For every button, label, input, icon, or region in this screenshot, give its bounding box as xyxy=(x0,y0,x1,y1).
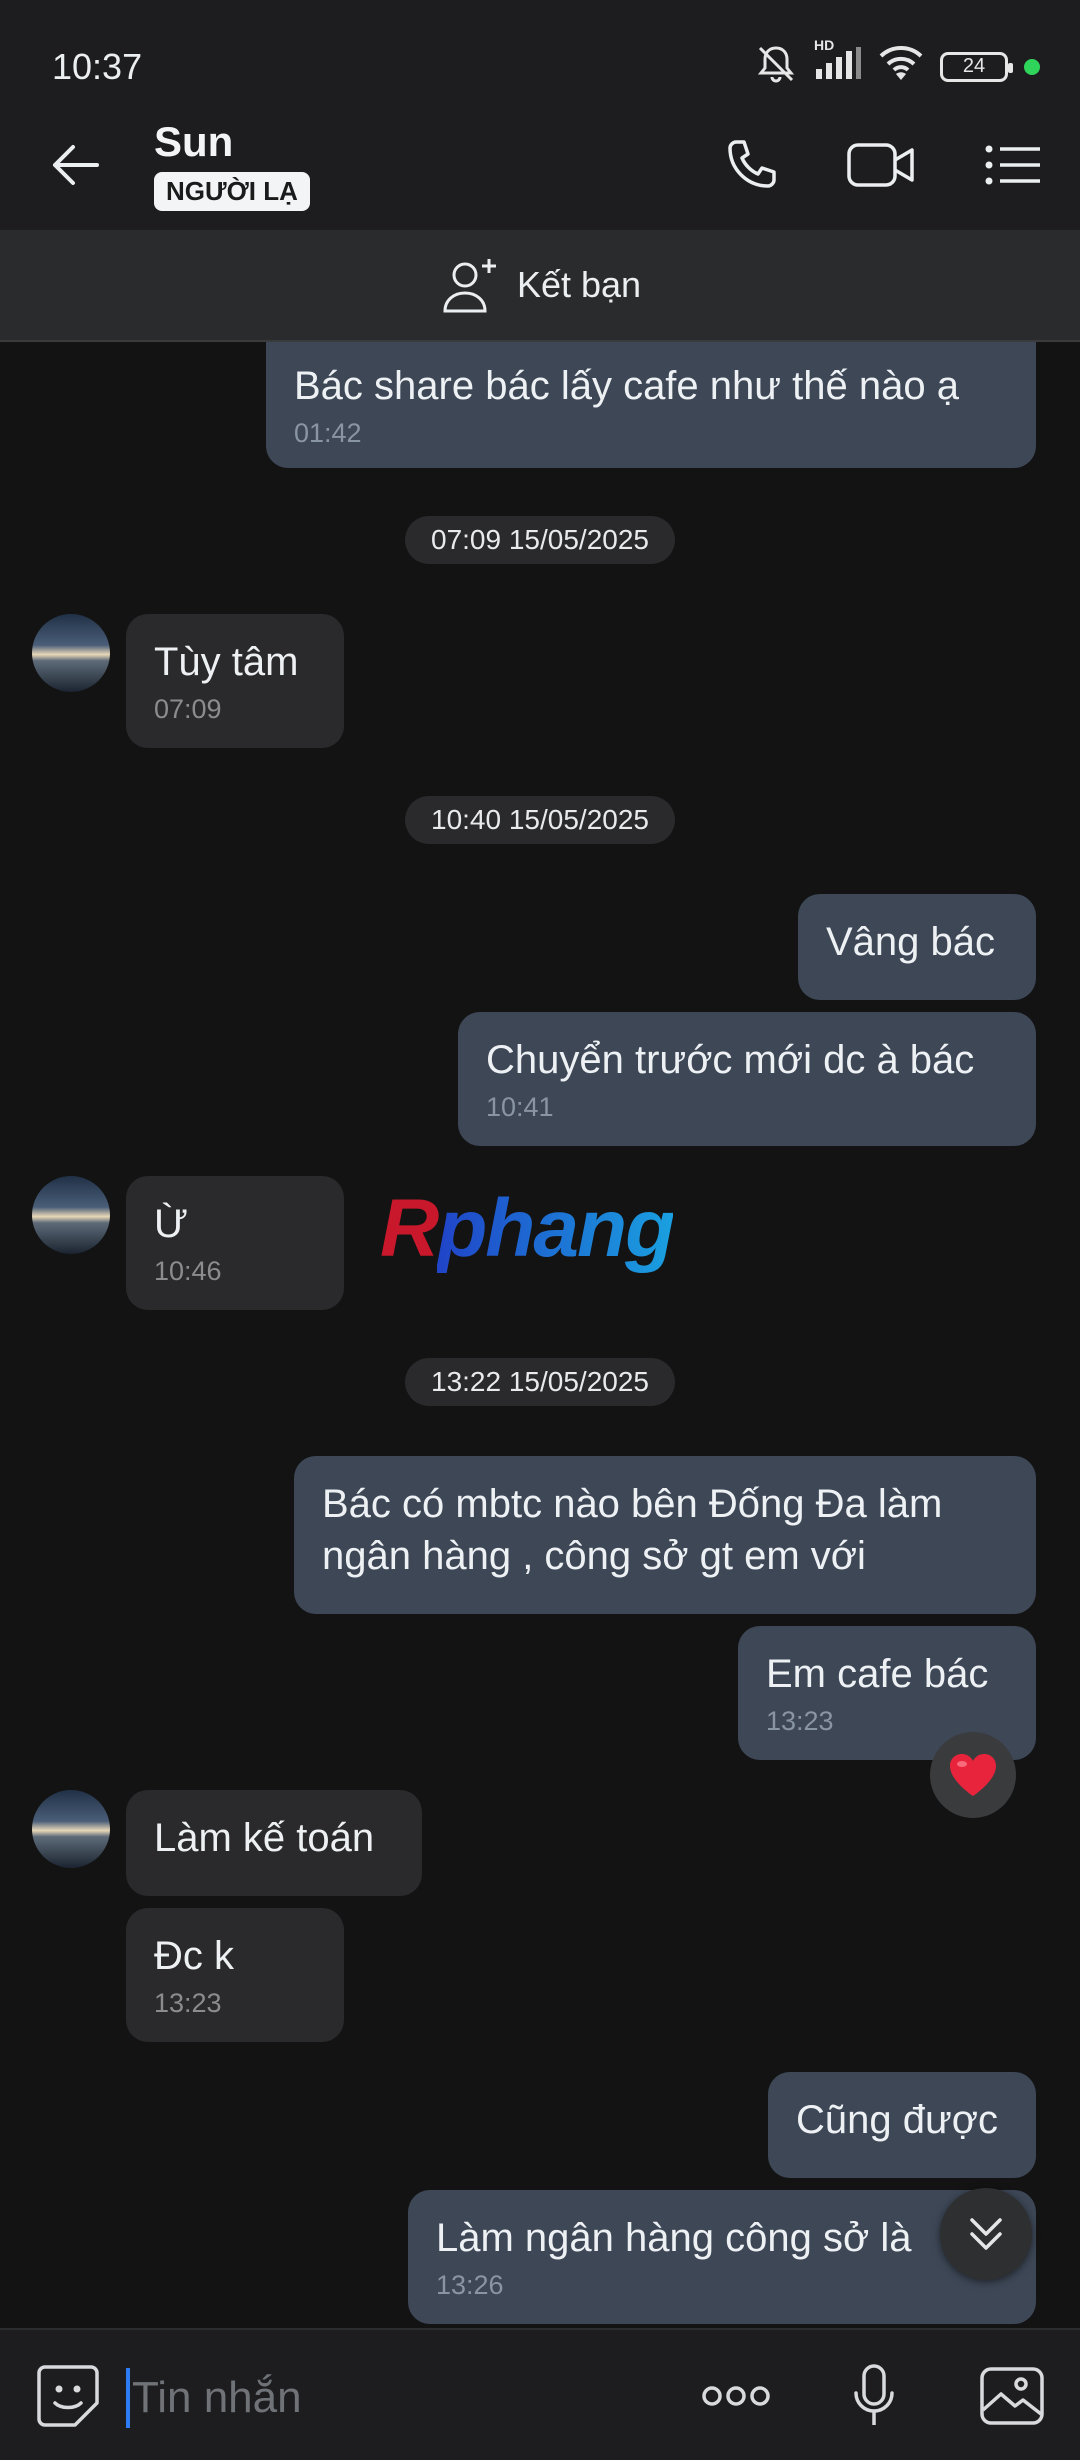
message-time: 07:09 xyxy=(154,694,222,724)
watermark-rest: phang xyxy=(437,1183,675,1274)
message-bubble-incoming[interactable]: Làm kế toán xyxy=(126,1790,422,1896)
menu-list-icon xyxy=(985,145,1040,185)
signal-icon: HD xyxy=(814,37,862,86)
stranger-badge: NGƯỜI LẠ xyxy=(154,172,310,211)
date-label: 07:09 15/05/2025 xyxy=(405,516,675,564)
message-bubble-outgoing[interactable]: Vâng bác xyxy=(798,894,1036,1000)
message-time: 10:41 xyxy=(486,1092,554,1122)
voice-call-button[interactable] xyxy=(716,130,786,200)
hd-label: HD xyxy=(814,37,835,53)
scroll-to-bottom-button[interactable] xyxy=(940,2188,1032,2280)
date-label: 10:40 15/05/2025 xyxy=(405,796,675,844)
battery-level: 24 xyxy=(962,55,986,77)
message-bubble-outgoing[interactable]: Bác share bác lấy cafe như thế nào ạ 01:… xyxy=(266,342,1036,468)
battery-icon: 24 xyxy=(940,51,1013,82)
message-text: Cũng được xyxy=(796,2098,998,2142)
contact-avatar[interactable] xyxy=(32,614,110,692)
microphone-icon xyxy=(854,2364,894,2425)
message-text-line-2: ngân hàng , công sở gt em với xyxy=(322,1534,866,1578)
message-bubble-outgoing[interactable]: Làm ngân hàng công sở là 13:26 xyxy=(408,2190,1036,2324)
status-bar: 10:37 HD 24 xyxy=(0,0,1080,100)
message-text: Làm ngân hàng công sở là xyxy=(436,2216,912,2260)
contact-name[interactable]: Sun xyxy=(154,118,233,166)
date-label: 13:22 15/05/2025 xyxy=(405,1358,675,1406)
heart-icon xyxy=(950,1754,996,1796)
add-friend-bar[interactable]: Kết bạn xyxy=(0,230,1080,342)
message-time: 10:46 xyxy=(154,1256,222,1286)
message-bubble-outgoing[interactable]: Cũng được xyxy=(768,2072,1036,2178)
message-input[interactable] xyxy=(132,2360,652,2436)
message-text: Vâng bác xyxy=(826,920,996,964)
message-time: 01:42 xyxy=(294,418,362,448)
message-text: Đc k xyxy=(154,1934,234,1978)
watermark-logo: Rphang xyxy=(380,1182,675,1276)
wifi-icon xyxy=(878,46,924,87)
phone-icon xyxy=(728,140,776,188)
message-composer xyxy=(0,2328,1080,2460)
more-dots-icon xyxy=(702,2386,770,2406)
contact-avatar[interactable] xyxy=(32,1176,110,1254)
video-call-button[interactable] xyxy=(846,130,916,200)
message-text: Tùy tâm xyxy=(154,640,299,684)
message-text: Ừ xyxy=(154,1202,189,1246)
message-text-line-1: Bác có mbtc nào bên Đống Đa làm xyxy=(322,1482,943,1526)
chat-header: Sun NGƯỜI LẠ xyxy=(0,100,1080,230)
add-friend-label: Kết bạn xyxy=(516,264,642,305)
back-arrow-icon xyxy=(53,145,99,185)
double-chevron-down-icon xyxy=(970,2218,1002,2250)
text-caret xyxy=(126,2368,130,2428)
privacy-indicator-dot xyxy=(1024,58,1040,75)
message-bubble-outgoing[interactable]: Bác có mbtc nào bên Đống Đa làm ngân hàn… xyxy=(294,1456,1036,1614)
heart-reaction-button[interactable] xyxy=(930,1732,1016,1818)
sticker-icon xyxy=(37,2365,99,2427)
video-camera-icon xyxy=(847,143,914,187)
message-text: Làm kế toán xyxy=(154,1816,375,1860)
message-time: 13:26 xyxy=(436,2270,504,2300)
message-bubble-outgoing[interactable]: Chuyển trước mới dc à bác 10:41 xyxy=(458,1012,1036,1146)
more-options-button[interactable] xyxy=(698,2358,774,2434)
contact-avatar[interactable] xyxy=(32,1790,110,1868)
message-text: Bác share bác lấy cafe như thế nào ạ xyxy=(294,364,959,408)
message-bubble-incoming[interactable]: Đc k 13:23 xyxy=(126,1908,344,2042)
message-bubble-incoming[interactable]: Tùy tâm 07:09 xyxy=(126,614,344,748)
watermark-first: R xyxy=(380,1183,439,1274)
add-friend-icon xyxy=(443,259,496,313)
send-image-button[interactable] xyxy=(974,2358,1050,2434)
message-text: Chuyển trước mới dc à bác xyxy=(486,1038,975,1082)
mute-bell-icon xyxy=(754,44,798,89)
voice-record-button[interactable] xyxy=(836,2358,912,2434)
date-separator: 07:09 15/05/2025 xyxy=(0,516,1080,564)
message-time: 13:23 xyxy=(154,1988,222,2018)
sticker-button[interactable] xyxy=(30,2358,106,2434)
date-separator: 10:40 15/05/2025 xyxy=(0,796,1080,844)
message-text: Em cafe bác xyxy=(766,1652,989,1696)
date-separator: 13:22 15/05/2025 xyxy=(0,1358,1080,1406)
message-bubble-incoming[interactable]: Ừ 10:46 xyxy=(126,1176,344,1310)
image-gallery-icon xyxy=(980,2367,1044,2425)
status-icons: HD 24 xyxy=(754,37,1040,89)
chat-options-button[interactable] xyxy=(978,130,1048,200)
back-button[interactable] xyxy=(40,130,110,200)
status-time: 10:37 xyxy=(52,46,143,87)
